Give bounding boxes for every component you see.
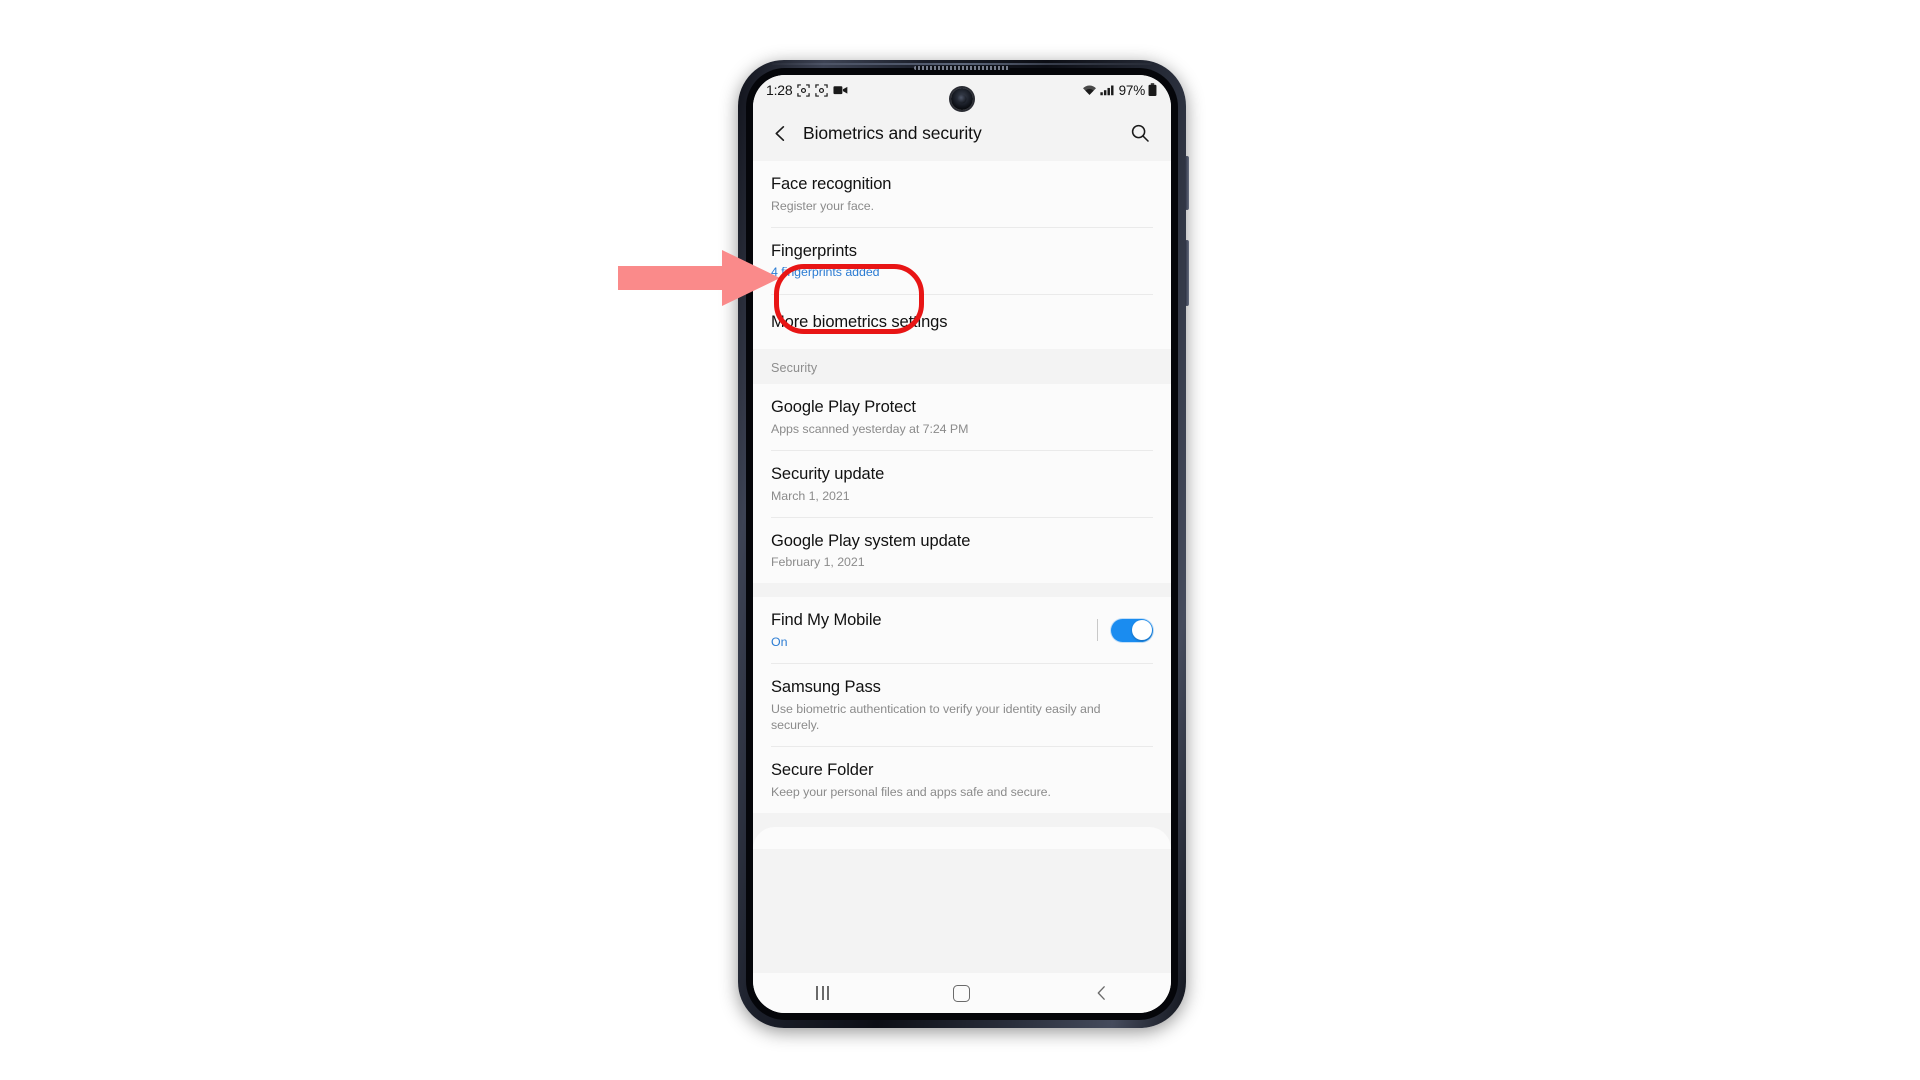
settings-row-more-biometrics-settings[interactable]: More biometrics settings [753,294,1171,350]
earpiece-speaker-grille [914,66,1010,70]
video-recorder-icon [833,84,848,96]
settings-row-find-my-mobile[interactable]: Find My Mobile On [753,597,1171,664]
back-chevron-icon[interactable] [763,116,797,150]
page-title: Biometrics and security [803,122,982,143]
security-card: Google Play Protect Apps scanned yesterd… [753,384,1171,584]
row-subtitle: Keep your personal files and apps safe a… [771,784,1051,799]
row-subtitle: March 1, 2021 [771,488,850,503]
row-texts: Find My Mobile On [771,610,1087,650]
row-subtitle: 4 fingerprints added [771,265,880,280]
row-subtitle: Apps scanned yesterday at 7:24 PM [771,421,969,436]
settings-row-security-update[interactable]: Security update March 1, 2021 [753,450,1171,517]
row-subtitle: February 1, 2021 [771,555,865,570]
status-clock: 1:28 [766,82,793,98]
toggle-separator [1097,619,1098,642]
wifi-icon [1082,84,1097,96]
app-bar: Biometrics and security [753,105,1171,161]
phone-device-frame: 1:28 97% Biometrics and security Face re… [738,60,1189,1028]
row-subtitle: Use biometric authentication to verify y… [771,701,1101,732]
recents-icon[interactable] [788,973,858,1013]
settings-row-google-play-system-update[interactable]: Google Play system update February 1, 20… [753,517,1171,584]
status-bar-left: 1:28 [766,82,848,98]
row-title: Find My Mobile [771,611,882,630]
row-title: Face recognition [771,175,892,193]
row-subtitle: On [771,635,788,649]
find-my-mobile-toggle[interactable] [1111,618,1153,642]
row-subtitle: Register your face. [771,198,875,213]
settings-row-fingerprints[interactable]: Fingerprints 4 fingerprints added [753,227,1171,294]
screen-capture-icon [797,83,811,97]
row-title: More biometrics settings [771,312,948,331]
battery-percentage: 97% [1118,82,1146,98]
row-title: Security update [771,464,885,483]
settings-list[interactable]: Face recognition Register your face. Fin… [753,161,1171,973]
phone-screen: 1:28 97% Biometrics and security Face re… [753,75,1171,1013]
settings-row-secure-folder[interactable]: Secure Folder Keep your personal files a… [753,747,1171,813]
settings-row-google-play-protect[interactable]: Google Play Protect Apps scanned yesterd… [753,384,1171,450]
section-gap [753,812,1171,827]
toggle-knob [1131,620,1152,641]
home-icon[interactable] [927,973,997,1013]
row-title: Secure Folder [771,761,874,779]
power-button[interactable] [1185,240,1189,306]
section-header-security: Security [753,349,1171,385]
system-navigation-bar [753,973,1171,1013]
signal-icon [1099,84,1115,96]
settings-row-face-recognition[interactable]: Face recognition Register your face. [753,161,1171,227]
volume-button[interactable] [1185,156,1189,210]
front-camera-punch-hole [951,88,973,110]
search-icon[interactable] [1123,116,1157,150]
frame-top-highlight [772,63,1152,65]
next-card-peek [753,826,1171,849]
battery-full-icon [1148,83,1157,97]
row-title: Google Play system update [771,531,971,550]
biometrics-card: Face recognition Register your face. Fin… [753,161,1171,350]
settings-row-samsung-pass[interactable]: Samsung Pass Use biometric authenticatio… [753,664,1171,746]
row-title: Samsung Pass [771,678,881,697]
row-title: Fingerprints [771,241,857,260]
row-title: Google Play Protect [771,398,916,417]
section-gap [753,583,1171,598]
status-bar-right: 97% [1082,83,1157,98]
screen-capture-icon [815,83,829,97]
screenshot-canvas: 1:28 97% Biometrics and security Face re… [0,0,1920,1080]
toggle-area [1087,618,1153,642]
back-icon[interactable] [1066,973,1136,1013]
services-card: Find My Mobile On Samsung Pass Use biome… [753,597,1171,813]
